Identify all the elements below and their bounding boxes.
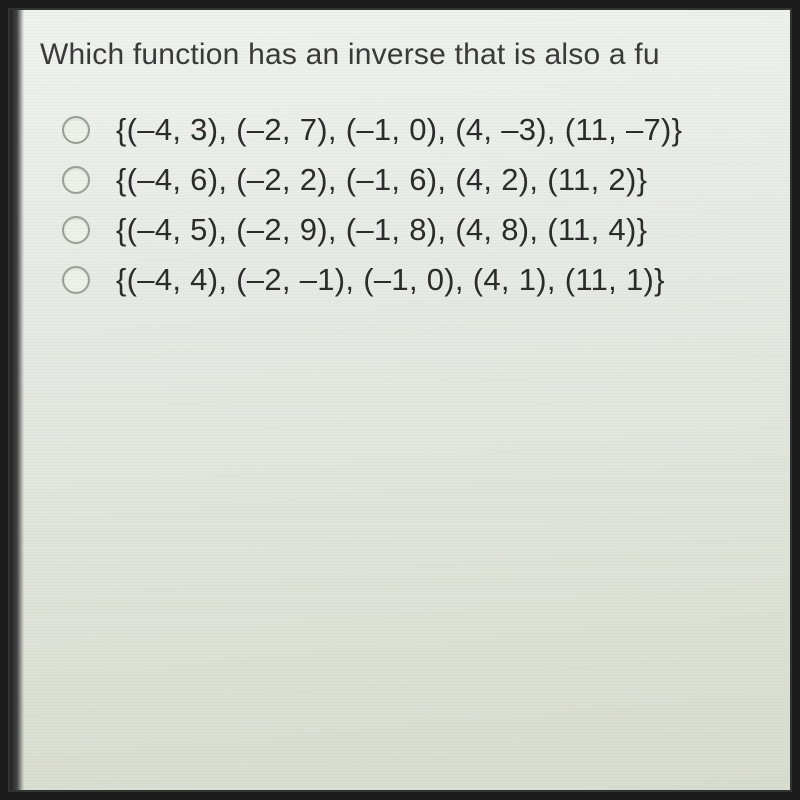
option-label-2: {(–4, 6), (–2, 2), (–1, 6), (4, 2), (11,… bbox=[116, 162, 647, 198]
radio-icon[interactable] bbox=[62, 116, 90, 144]
monitor-bezel-left bbox=[10, 10, 24, 790]
option-label-4: {(–4, 4), (–2, –1), (–1, 0), (4, 1), (11… bbox=[116, 262, 665, 298]
option-row-3[interactable]: {(–4, 5), (–2, 9), (–1, 8), (4, 8), (11,… bbox=[62, 212, 790, 248]
radio-icon[interactable] bbox=[62, 266, 90, 294]
option-row-4[interactable]: {(–4, 4), (–2, –1), (–1, 0), (4, 1), (11… bbox=[62, 262, 790, 298]
screenshot-photo: Which function has an inverse that is al… bbox=[8, 8, 792, 792]
option-label-3: {(–4, 5), (–2, 9), (–1, 8), (4, 8), (11,… bbox=[116, 212, 647, 248]
option-row-2[interactable]: {(–4, 6), (–2, 2), (–1, 6), (4, 2), (11,… bbox=[62, 162, 790, 198]
radio-icon[interactable] bbox=[62, 166, 90, 194]
option-row-1[interactable]: {(–4, 3), (–2, 7), (–1, 0), (4, –3), (11… bbox=[62, 112, 790, 148]
radio-icon[interactable] bbox=[62, 216, 90, 244]
quiz-screen: Which function has an inverse that is al… bbox=[10, 10, 790, 790]
option-label-1: {(–4, 3), (–2, 7), (–1, 0), (4, –3), (11… bbox=[116, 112, 682, 148]
question-text: Which function has an inverse that is al… bbox=[40, 38, 790, 72]
options-list: {(–4, 3), (–2, 7), (–1, 0), (4, –3), (11… bbox=[62, 112, 790, 298]
